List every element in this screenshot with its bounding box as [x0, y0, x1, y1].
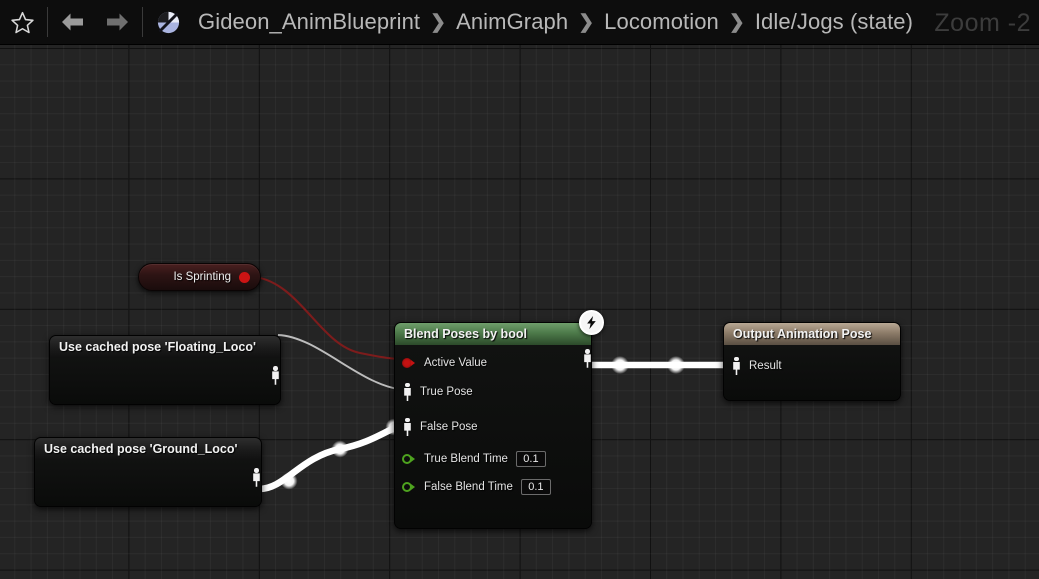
pin-label-false-blend-time: False Blend Time: [424, 481, 513, 493]
pin-label-false-pose: False Pose: [420, 421, 478, 433]
node-output-animation-pose[interactable]: Output Animation Pose Result: [723, 322, 901, 401]
node-blend-poses-by-bool[interactable]: Blend Poses by bool Active Value True Po…: [394, 322, 592, 529]
pin-row-false-pose[interactable]: False Pose: [395, 409, 591, 445]
pin-label-true-pose: True Pose: [420, 386, 473, 398]
pin-label-active-value: Active Value: [424, 357, 488, 369]
back-arrow-icon: [62, 13, 83, 31]
blueprint-graph-canvas[interactable]: Is Sprinting Use cached pose 'Floating_L…: [0, 45, 1039, 579]
toolbar-divider-2: [142, 7, 143, 37]
breadcrumb-item-blueprint[interactable]: Gideon_AnimBlueprint: [198, 9, 420, 35]
zoom-level-watermark: Zoom -2: [934, 9, 1031, 37]
back-button[interactable]: [51, 0, 95, 45]
node-title-bar[interactable]: Use cached pose 'Ground_Loco': [35, 438, 261, 460]
breadcrumb-separator-3: ❯: [728, 11, 745, 33]
pin-row-false-blend-time[interactable]: False Blend Time 0.1: [395, 473, 591, 501]
wire-bubble: [331, 440, 349, 458]
bool-output-pin[interactable]: [239, 271, 250, 283]
bookmark-button[interactable]: [0, 0, 44, 45]
wire-bubble: [280, 472, 298, 490]
node-title-bar[interactable]: Output Animation Pose: [724, 323, 900, 345]
forward-arrow-icon: [107, 13, 128, 31]
pose-input-pin[interactable]: [402, 382, 413, 402]
float-input-pin[interactable]: [402, 454, 417, 465]
pin-row-true-blend-time[interactable]: True Blend Time 0.1: [395, 445, 591, 473]
toolbar-divider-1: [47, 7, 48, 37]
animation-blueprint-button[interactable]: [146, 0, 190, 45]
pin-row-active-value[interactable]: Active Value: [395, 351, 591, 375]
node-use-cached-pose-ground-loco[interactable]: Use cached pose 'Ground_Loco': [34, 437, 262, 507]
false-blend-time-input[interactable]: 0.1: [520, 479, 551, 495]
pin-label-true-blend-time: True Blend Time: [424, 453, 508, 465]
node-title-bar[interactable]: Blend Poses by bool: [395, 323, 591, 345]
node-title: Use cached pose 'Floating_Loco': [59, 340, 256, 354]
bool-input-pin[interactable]: [402, 358, 417, 369]
true-blend-time-input[interactable]: 0.1: [515, 451, 546, 467]
lightning-bolt-icon: [587, 315, 596, 330]
fast-path-lightning-badge[interactable]: [579, 310, 604, 335]
node-title: Use cached pose 'Ground_Loco': [44, 442, 238, 456]
pin-label-result: Result: [749, 360, 782, 372]
breadcrumb-item-animgraph[interactable]: AnimGraph: [456, 9, 568, 35]
wire-bubble: [667, 356, 685, 374]
breadcrumb-item-idle-jogs-state[interactable]: Idle/Jogs (state): [755, 9, 913, 35]
breadcrumb-trail: Gideon_AnimBlueprint ❯ AnimGraph ❯ Locom…: [198, 9, 913, 35]
bookmark-star-icon: [10, 11, 34, 33]
animation-blueprint-editor: Zoom -2 Gideon_AnimBlueprint ❯ AnimGraph…: [0, 0, 1039, 579]
float-input-pin[interactable]: [402, 482, 417, 493]
node-title: Output Animation Pose: [733, 327, 872, 341]
breadcrumb-item-locomotion[interactable]: Locomotion: [604, 9, 719, 35]
pin-row-result[interactable]: Result: [724, 351, 900, 381]
node-is-sprinting[interactable]: Is Sprinting: [138, 263, 261, 291]
variable-name-label: Is Sprinting: [173, 271, 231, 283]
breadcrumb-separator-2: ❯: [578, 11, 595, 33]
pin-row-true-pose[interactable]: True Pose: [395, 375, 591, 409]
breadcrumb-bar: Zoom -2 Gideon_AnimBlueprint ❯ AnimGraph…: [0, 0, 1039, 45]
pose-input-pin[interactable]: [731, 356, 742, 376]
wire-bubble: [611, 356, 629, 374]
node-title-bar[interactable]: Use cached pose 'Floating_Loco': [50, 336, 280, 358]
node-title: Blend Poses by bool: [404, 327, 527, 341]
breadcrumb-separator-1: ❯: [430, 11, 447, 33]
pose-input-pin[interactable]: [402, 417, 413, 437]
animation-blueprint-icon: [157, 11, 179, 33]
node-use-cached-pose-floating-loco[interactable]: Use cached pose 'Floating_Loco': [49, 335, 281, 405]
variable-get-pill[interactable]: Is Sprinting: [138, 263, 261, 291]
wire-floating-to-truepose: [277, 334, 407, 391]
forward-button[interactable]: [95, 0, 139, 45]
wire-ground-to-falsepose: [255, 422, 406, 493]
